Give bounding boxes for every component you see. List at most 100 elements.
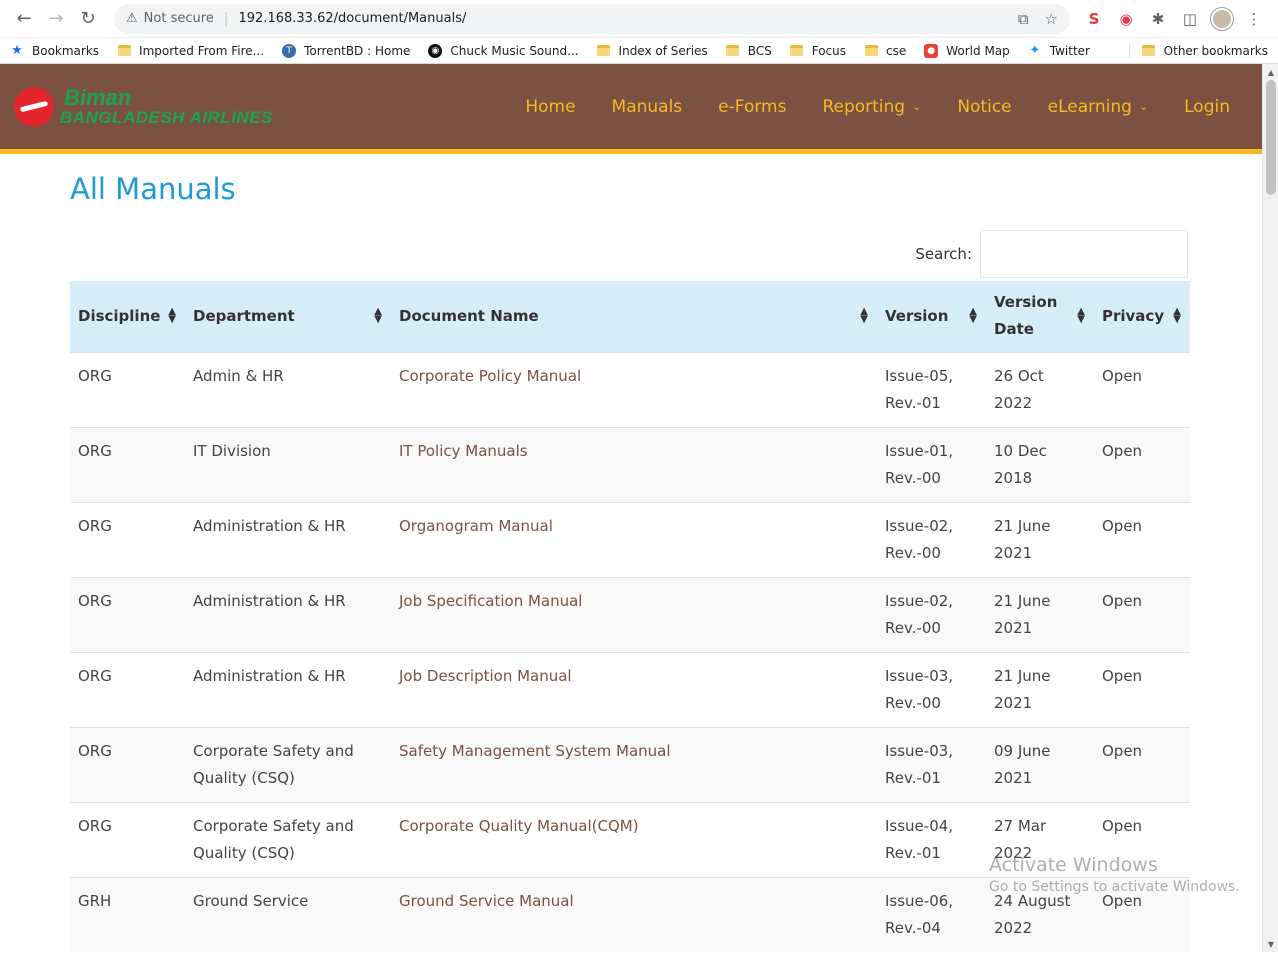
cell-privacy: Open — [1094, 501, 1190, 577]
col-discipline[interactable]: Discipline ▲ ▼ — [70, 281, 185, 352]
col-document-name[interactable]: Document Name ▲ ▼ — [391, 281, 877, 352]
bookmark-index-series[interactable]: Index of Series — [597, 44, 708, 58]
cell-version: Issue-03, Rev.-01 — [877, 726, 986, 802]
cell-department: Administration & HR — [185, 576, 391, 652]
cell-department: Corporate Safety and Quality (CSQ) — [185, 801, 391, 877]
torrentbd-icon: T — [282, 43, 297, 58]
bookmark-bcs[interactable]: BCS — [726, 44, 772, 58]
bookmark-chuck-music[interactable]: ◉ Chuck Music Sound... — [428, 43, 579, 58]
cell-version: Issue-05, Rev.-01 — [877, 351, 986, 427]
cell-department: Ground Service — [185, 876, 391, 952]
table-row: ORG Corporate Safety and Quality (CSQ) C… — [70, 801, 1190, 877]
folder-icon — [790, 44, 804, 58]
cell-document: Job Description Manual — [391, 651, 877, 727]
col-version-date[interactable]: Version Date ▲ ▼ — [986, 281, 1094, 352]
sort-icon: ▲ ▼ — [1173, 306, 1181, 326]
nav-eforms[interactable]: e-Forms — [718, 97, 786, 117]
bookmark-twitter[interactable]: ✦ Twitter — [1028, 43, 1090, 58]
star-icon: ★ — [11, 43, 23, 58]
folder-icon — [1142, 44, 1156, 58]
puzzle-icon[interactable]: ✱ — [1142, 3, 1174, 35]
bookmarks-bar: ★ Bookmarks Imported From Fire... T Torren… — [0, 38, 1278, 64]
back-arrow-icon[interactable]: ← — [8, 3, 40, 35]
menu-dots-icon[interactable]: ⋮ — [1238, 3, 1270, 35]
scroll-down-icon[interactable]: ▼ — [1263, 936, 1278, 952]
side-panel-icon[interactable]: ◫ — [1174, 3, 1206, 35]
url-text[interactable]: 192.168.33.62/document/Manuals/ — [239, 11, 467, 26]
bookmark-cse[interactable]: cse — [864, 44, 906, 58]
cell-privacy: Open — [1094, 801, 1190, 877]
table-row: ORG IT Division IT Policy Manuals Issue-… — [70, 426, 1190, 502]
nav-notice[interactable]: Notice — [957, 97, 1011, 117]
cell-document: IT Policy Manuals — [391, 426, 877, 502]
security-label[interactable]: Not secure — [144, 11, 214, 26]
cell-discipline: ORG — [70, 801, 185, 877]
cell-document: Corporate Quality Manual(CQM) — [391, 801, 877, 877]
folder-icon — [726, 44, 740, 58]
col-privacy[interactable]: Privacy ▲ ▼ — [1094, 281, 1190, 352]
table-row: ORG Admin & HR Corporate Policy Manual I… — [70, 351, 1190, 427]
page-scrollbar[interactable]: ▲ ▼ — [1262, 64, 1278, 952]
table-row: ORG Administration & HR Job Specificatio… — [70, 576, 1190, 652]
page-viewport: Biman BANGLADESH AIRLINES Home Manuals e… — [0, 64, 1278, 952]
main-content: All Manuals Search: Discipline ▲ ▼ Departm… — [0, 172, 1262, 952]
reload-icon[interactable]: ↻ — [72, 3, 104, 35]
nav-elearning[interactable]: eLearning ⌄ — [1048, 97, 1148, 117]
address-bar[interactable]: ⚠ Not secure | 192.168.33.62/document/Ma… — [114, 3, 1070, 34]
bookmark-other[interactable]: Other bookmarks — [1128, 43, 1268, 58]
scrollbar-thumb[interactable] — [1266, 80, 1276, 195]
sort-icon: ▲ ▼ — [860, 306, 868, 326]
site-logo[interactable]: Biman BANGLADESH AIRLINES — [14, 86, 273, 127]
logo-text: Biman BANGLADESH AIRLINES — [60, 87, 273, 127]
share-icon[interactable]: ⧉ — [1018, 10, 1029, 28]
folder-icon — [117, 44, 131, 58]
cell-version: Issue-04, Rev.-01 — [877, 801, 986, 877]
search-input[interactable] — [980, 230, 1188, 278]
chevron-down-icon: ⌄ — [1138, 100, 1149, 113]
divider: | — [223, 10, 229, 27]
bookmark-star-icon[interactable]: ☆ — [1045, 10, 1058, 28]
search-row: Search: — [70, 230, 1188, 278]
cell-date: 24 August 2022 — [986, 876, 1094, 952]
document-link[interactable]: Ground Service Manual — [399, 892, 574, 910]
bookmark-bookmarks[interactable]: ★ Bookmarks — [10, 43, 99, 58]
nav-home[interactable]: Home — [525, 97, 575, 117]
document-link[interactable]: Safety Management System Manual — [399, 742, 671, 760]
forward-arrow-icon[interactable]: → — [40, 3, 72, 35]
cell-department: IT Division — [185, 426, 391, 502]
col-department[interactable]: Department ▲ ▼ — [185, 281, 391, 352]
document-link[interactable]: Organogram Manual — [399, 517, 553, 535]
pocket-icon[interactable]: ◉ — [1110, 3, 1142, 35]
bookmark-focus[interactable]: Focus — [790, 44, 846, 58]
nav-reporting[interactable]: Reporting ⌄ — [822, 97, 921, 117]
sort-icon: ▲ ▼ — [168, 306, 176, 326]
document-link[interactable]: Job Description Manual — [399, 667, 572, 685]
document-link[interactable]: IT Policy Manuals — [399, 442, 528, 460]
scroll-up-icon[interactable]: ▲ — [1263, 64, 1278, 80]
cell-privacy: Open — [1094, 726, 1190, 802]
document-link[interactable]: Corporate Policy Manual — [399, 367, 581, 385]
nav-login[interactable]: Login — [1184, 97, 1230, 117]
cell-version: Issue-06, Rev.-04 — [877, 876, 986, 952]
bookmark-imported[interactable]: Imported From Fire... — [117, 44, 264, 58]
cell-privacy: Open — [1094, 351, 1190, 427]
bookmark-torrentbd[interactable]: T TorrentBD : Home — [282, 43, 410, 58]
document-link[interactable]: Corporate Quality Manual(CQM) — [399, 817, 639, 835]
nav-manuals[interactable]: Manuals — [612, 97, 683, 117]
warning-icon[interactable]: ⚠ — [126, 11, 138, 26]
bookmark-world-map[interactable]: ● World Map — [924, 43, 1010, 58]
cell-department: Administration & HR — [185, 651, 391, 727]
extension-s-icon[interactable]: S — [1078, 3, 1110, 35]
profile-avatar[interactable] — [1206, 3, 1238, 35]
cell-date: 21 June 2021 — [986, 501, 1094, 577]
manuals-table: Discipline ▲ ▼ Department ▲ ▼ Document Name ▲… — [70, 281, 1190, 952]
page-title: All Manuals — [70, 172, 236, 206]
cell-date: 09 June 2021 — [986, 726, 1094, 802]
cell-discipline: ORG — [70, 426, 185, 502]
document-link[interactable]: Job Specification Manual — [399, 592, 582, 610]
cell-date: 26 Oct 2022 — [986, 351, 1094, 427]
cell-date: 27 Mar 2022 — [986, 801, 1094, 877]
cell-discipline: ORG — [70, 651, 185, 727]
cell-document: Job Specification Manual — [391, 576, 877, 652]
col-version[interactable]: Version ▲ ▼ — [877, 281, 986, 352]
